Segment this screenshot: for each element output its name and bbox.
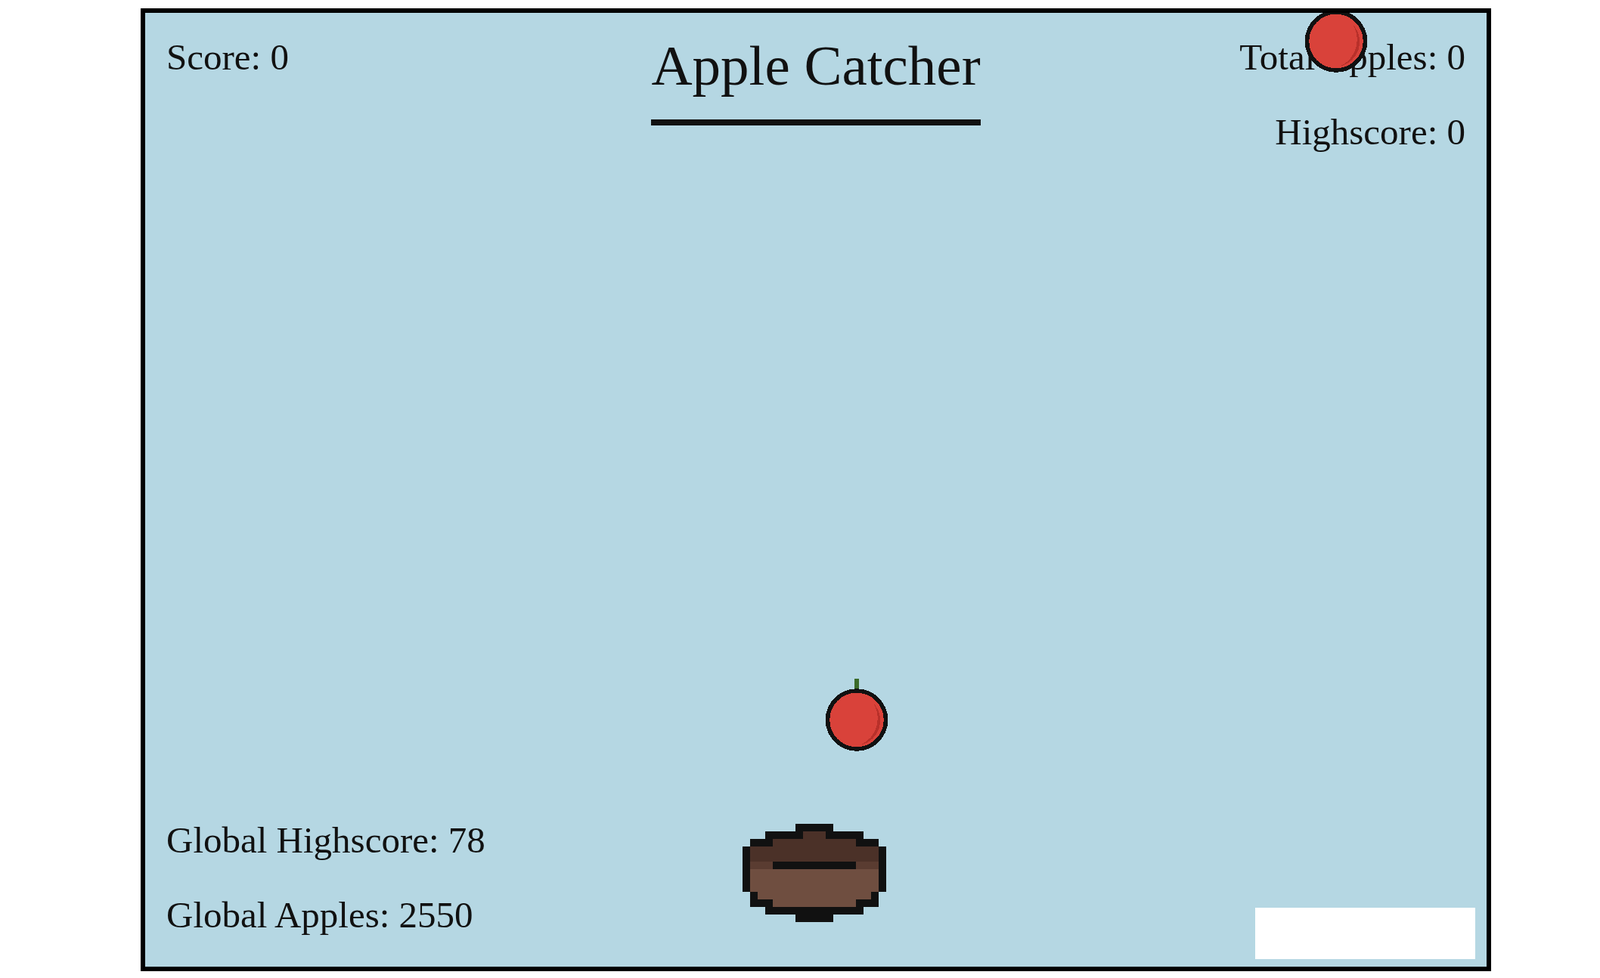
score-panel: Score: 0 (166, 36, 289, 79)
global-stats: Global Highscore: 78 Global Apples: 2550 (166, 819, 486, 937)
apple-icon (1302, 8, 1370, 75)
header: Score: 0Apple CatcherTotal Apples: 0High… (145, 12, 1487, 155)
page: Score: 0Apple CatcherTotal Apples: 0High… (0, 0, 1600, 978)
game-canvas[interactable]: Score: 0Apple CatcherTotal Apples: 0High… (140, 8, 1492, 972)
name-input[interactable] (1255, 908, 1476, 960)
highscore: Highscore: 0 (1274, 111, 1466, 154)
apple-icon (823, 678, 890, 754)
play-area (145, 154, 1487, 821)
global-highscore: Global Highscore: 78 (166, 819, 486, 863)
basket-icon[interactable] (742, 823, 887, 924)
global-apples: Global Apples: 2550 (166, 894, 486, 937)
game-title: Apple Catcher (651, 37, 980, 126)
score: Score: 0 (166, 36, 289, 79)
